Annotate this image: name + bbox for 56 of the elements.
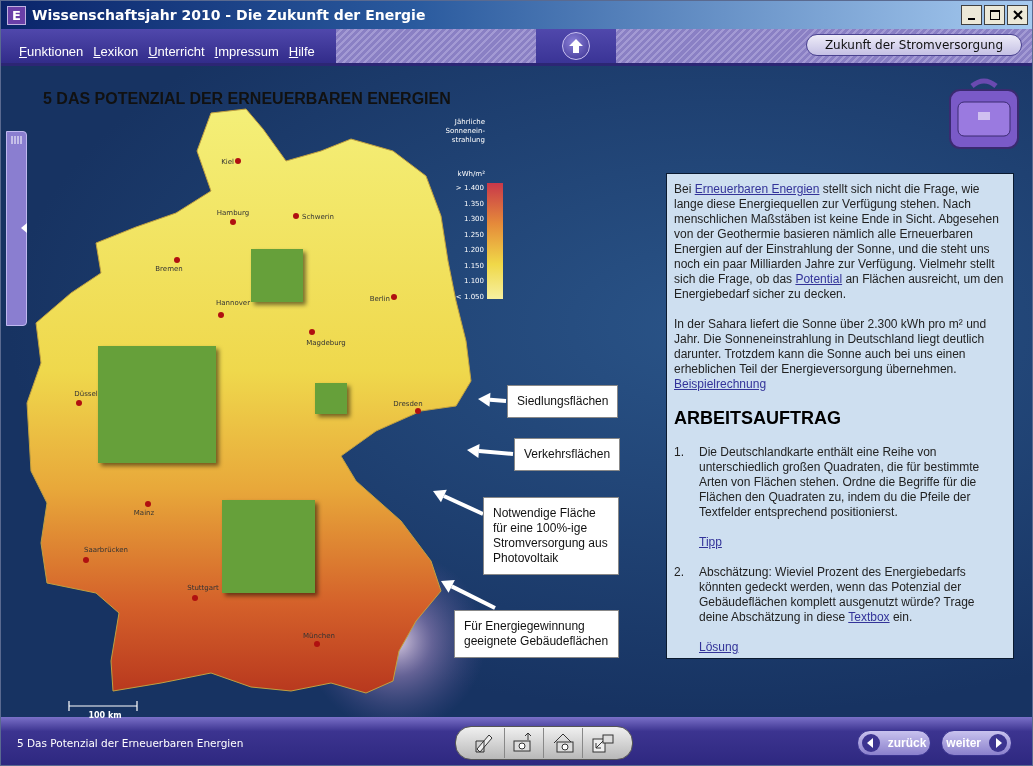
city-dot: [83, 557, 89, 563]
city-dot: [145, 501, 151, 507]
draggable-label[interactable]: Siedlungsflächen: [507, 385, 619, 418]
city-dot: [76, 400, 82, 406]
paragraph: In der Sahara liefert die Sonne über 2.300 kWh pro m² und Jahr. Die Sonneneinstrahlung in Deutschland liegt deutlich darunter. Trotzdem kann die Sonne auch bei uns einen erheblichen Teil der Energieversorgung übernehmen. Beispielrechnung: [674, 317, 988, 392]
city-dot: [235, 158, 241, 164]
city-dot: [230, 219, 236, 225]
status-text: 5 Das Potenzial der Erneuerbaren Energien: [17, 737, 245, 749]
triangle-left-icon: [21, 223, 27, 233]
link[interactable]: Beispielrechnung: [674, 377, 767, 392]
link[interactable]: Erneuerbaren Energien: [694, 182, 820, 196]
grip-icon: [11, 136, 23, 144]
up-button[interactable]: [562, 32, 590, 60]
menu-item[interactable]: Funktionen: [19, 44, 84, 59]
link[interactable]: Potential: [795, 272, 843, 286]
arrow[interactable]: [478, 392, 507, 407]
arrow[interactable]: [433, 489, 484, 516]
scale-label: 100 km: [88, 711, 122, 719]
scale-bar: [68, 700, 138, 712]
minimize-button[interactable]: [961, 5, 982, 25]
link[interactable]: Tipp: [699, 535, 722, 549]
menu-item[interactable]: Impressum: [214, 44, 279, 59]
city-dot: [218, 312, 224, 318]
city-dot: [415, 408, 421, 414]
link[interactable]: Lösung: [699, 640, 739, 654]
list-number: 2.: [674, 565, 685, 581]
up-arrow-icon: [568, 38, 584, 54]
close-button[interactable]: [1007, 5, 1028, 25]
map-title: 5 DAS POTENZIAL DER ERNEUERBAREN ENERGIEN: [43, 90, 451, 107]
menu-item[interactable]: Lexikon: [93, 44, 139, 59]
city-dot: [314, 641, 320, 647]
window-title: Wissenschaftsjahr 2010 - Die Zukunft der Energie: [32, 7, 426, 23]
arrow[interactable]: [467, 444, 514, 458]
maximize-button[interactable]: [984, 5, 1005, 25]
paragraph: Bei Erneuerbaren Energien stellt sich nicht die Frage, wie lange diese Energiequellen zur Verfügung stehen. Nach menschlichen Maßstäben ist keine Ende in Sicht. Abgesehen von der Geothermie basieren nämlich alle Erneuerbaren Energien auf der Einstrahlung der Sonne, und die steht uns noch ein paar Milliarden Jahre zur Verfügung. Vielmehr stellt sich die Frage, ob das Potential an Flächen ausreicht, um den Energiebedarf sicher zu decken.: [674, 182, 1005, 302]
task-text: Abschätzung: Wieviel Prozent des Energiebedarfs könnten gedeckt werden, wenn das Potenzial der Gebäudeflächen komplett ausgenutzt würde? Trage deine Abschätzung in diese Textbox ein.: [699, 565, 976, 625]
link[interactable]: Textbox: [848, 610, 890, 624]
chapter-button[interactable]: Zukunft der Stromversorgung: [805, 34, 1022, 56]
draggable-label[interactable]: Für Energiegewinnung geeignete Gebäudeflächen: [454, 610, 619, 658]
app-icon: E: [7, 5, 26, 25]
city-dot: [174, 257, 180, 263]
city-dot: [192, 595, 198, 601]
close-icon: [1012, 10, 1023, 20]
city-dot: [309, 329, 315, 335]
minimize-icon: [968, 18, 975, 20]
city-dot: [391, 294, 397, 300]
menu-item[interactable]: Unterricht: [148, 44, 205, 59]
list-number: 1.: [674, 445, 685, 461]
menu-item[interactable]: Hilfe: [288, 44, 315, 59]
draggable-label[interactable]: Verkehrsflächen: [514, 438, 621, 471]
section-heading: ARBEITSAUFTRAG: [674, 407, 842, 429]
task-text: Die Deutschlandkarte enthält eine Reihe von unterschiedlich großen Quadraten, die für bestimmte Arten von Flächen stehen. Ordne die Begriffe für die Flächen den Quadraten zu, indem du die Pfeile der Textfelder entsprechend positionierst.: [699, 445, 981, 520]
city-dot: [293, 213, 299, 219]
draggable-label[interactable]: Notwendige Fläche für eine 100%-ige Stromversorgung aus Photovoltaik: [483, 497, 619, 575]
maximize-icon: [989, 10, 1000, 20]
arrow[interactable]: [441, 580, 496, 610]
